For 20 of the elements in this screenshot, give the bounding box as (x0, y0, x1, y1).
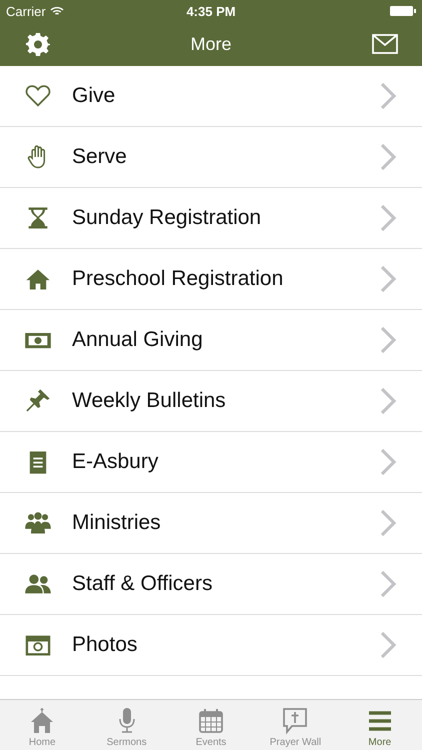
carrier-label: Carrier (6, 4, 46, 18)
menu-item[interactable]: Staff & Officers (0, 554, 422, 615)
menu-item[interactable]: Weekly Bulletins (0, 371, 422, 432)
menu-item[interactable]: Give (0, 66, 422, 127)
menu-item[interactable]: Ministries (0, 493, 422, 554)
settings-icon[interactable] (26, 32, 50, 56)
menu-item[interactable]: E-Asbury (0, 432, 422, 493)
menu-item[interactable]: Annual Giving (0, 310, 422, 371)
mail-icon[interactable] (372, 34, 398, 54)
wifi-icon (50, 6, 64, 16)
menu-item[interactable]: Sunday Registration (0, 188, 422, 249)
calendar-icon (197, 707, 226, 735)
tab-item[interactable]: More (338, 700, 422, 750)
menu-item[interactable]: Serve (0, 127, 422, 188)
status-time: 4:35 PM (186, 4, 236, 18)
screen-title: More (190, 34, 232, 54)
menu-item[interactable]: Preschool Registration (0, 249, 422, 310)
menu-item[interactable]: Photos (0, 615, 422, 676)
battery-icon (390, 6, 416, 16)
speech-cross-icon (281, 707, 310, 735)
